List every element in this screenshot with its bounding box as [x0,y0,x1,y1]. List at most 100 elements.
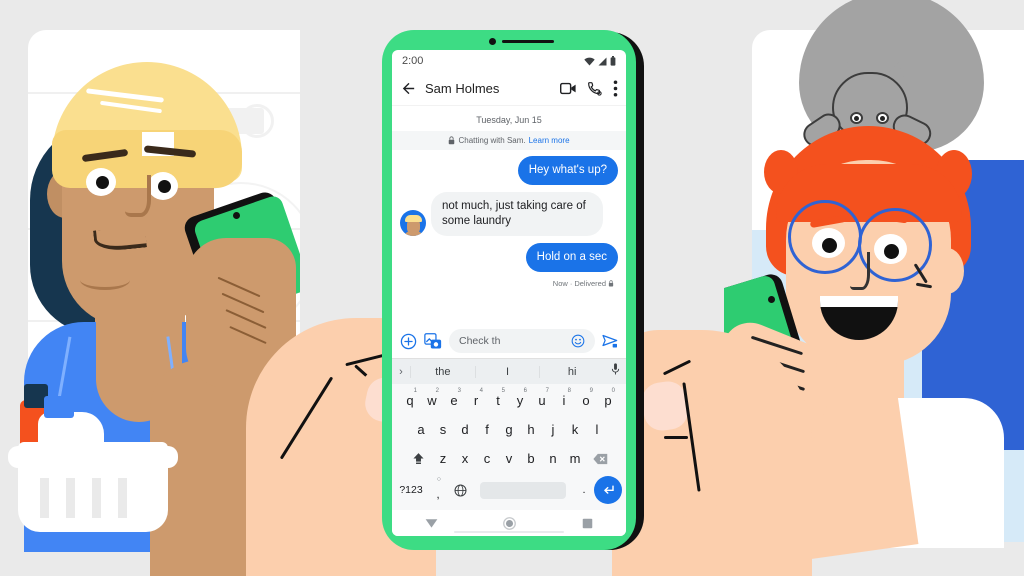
key-l[interactable]: l [587,418,607,441]
key-e[interactable]: 3e [444,388,464,412]
suggestion-chip[interactable]: hi [539,365,604,378]
avatar[interactable] [400,209,426,236]
nav-home-icon[interactable] [503,516,517,530]
ear [930,248,964,294]
message-bubble-incoming[interactable]: not much, just taking care of some laund… [431,191,603,236]
key-j[interactable]: j [543,418,563,441]
status-separator: · [569,278,573,288]
globe-icon[interactable] [450,479,470,502]
gallery-camera-icon[interactable] [424,332,442,350]
space-key[interactable] [480,481,566,499]
plus-circle-icon[interactable] [400,333,417,350]
enter-icon[interactable] [594,476,622,504]
key-hint: 5 [501,388,505,394]
avatar-beanie [405,214,422,222]
key-d[interactable]: d [455,418,475,441]
key-t[interactable]: 5t [488,388,508,412]
message-input[interactable]: Check th [449,329,595,353]
message-row: Hey what's up? [400,156,618,185]
cat-pupil [854,116,859,121]
cat-pupil [880,116,885,121]
signal-icon [598,57,607,65]
key-v[interactable]: v [499,447,519,470]
back-arrow-icon[interactable] [400,80,417,97]
key-m[interactable]: m [565,447,585,470]
key-q[interactable]: 1q [400,388,420,412]
key-n[interactable]: n [543,447,563,470]
status-icons [584,56,616,66]
message-status: Now · Delivered [400,279,618,288]
basket-gap [66,478,75,518]
key-y[interactable]: 6y [510,388,530,412]
period-key[interactable]: . [576,479,592,502]
key-z[interactable]: z [433,447,453,470]
nav-recents-icon[interactable] [582,518,593,529]
nav-back-icon[interactable] [425,518,438,529]
emoji-icon[interactable] [571,334,585,348]
chevron-right-icon[interactable]: › [392,366,410,378]
lock-icon [449,136,455,145]
key-label: q [406,393,414,408]
key-o[interactable]: 9o [576,388,596,412]
detergent-cap [44,396,74,418]
key-r[interactable]: 4r [466,388,486,412]
app-bar: Sam Holmes [392,72,626,106]
key-x[interactable]: x [455,447,475,470]
key-s[interactable]: s [433,418,453,441]
key-u[interactable]: 7u [532,388,552,412]
key-a[interactable]: a [411,418,431,441]
basket-gap [40,478,49,518]
chat-banner-text: Chatting with Sam. [458,136,526,145]
video-call-icon[interactable] [560,81,577,96]
key-b[interactable]: b [521,447,541,470]
earpiece-speaker [502,40,554,43]
phone-call-icon[interactable] [587,81,603,97]
basket-gap [118,478,127,518]
key-f[interactable]: f [477,418,497,441]
nose [850,252,870,290]
key-c[interactable]: c [477,447,497,470]
key-i[interactable]: 8i [554,388,574,412]
key-k[interactable]: k [565,418,585,441]
key-label: e [450,393,458,408]
symbols-key[interactable]: ?123 [396,479,426,502]
message-bubble-outgoing[interactable]: Hold on a sec [525,242,618,272]
overflow-menu-icon[interactable] [613,80,618,97]
message-bubble-outgoing[interactable]: Hey what's up? [517,156,618,185]
message-thread: Hey what's up? not much, just taking car… [392,150,626,324]
learn-more-link[interactable]: Learn more [529,136,570,145]
key-h[interactable]: h [521,418,541,441]
suggestion-bar: › the I hi [392,358,626,384]
status-bar: 2:00 [392,50,626,72]
delivery-state: Delivered [574,278,606,288]
message-input-value[interactable]: Check th [459,335,565,347]
key-label: t [496,393,500,408]
navigation-bar [392,510,626,536]
pupil [158,180,171,193]
key-hint: 0 [611,388,615,394]
key-label: i [562,393,566,408]
key-label: p [604,393,612,408]
suggestion-chip[interactable]: the [410,365,475,378]
key-label: , [436,487,440,501]
key-hint: 9 [589,388,593,394]
shift-icon[interactable] [405,447,431,470]
suggestion-chip[interactable]: I [474,365,540,378]
send-encrypted-icon[interactable] [602,334,618,349]
key-hint: 6 [523,388,527,394]
wifi-icon [584,57,595,65]
illustration-scene: 2:00 Sam Holmes Tuesday, Jun 15 Chatting… [0,0,1024,576]
microphone-icon[interactable] [604,362,626,381]
lock-icon [608,280,614,287]
basket-gap [92,478,101,518]
key-label: w [427,393,437,408]
key-p[interactable]: 0p [598,388,618,412]
key-hint: 4 [479,388,483,394]
on-screen-keyboard: 1q 2w 3e 4r 5t 6y 7u 8i 9o 0p a s d f g … [392,384,626,510]
key-g[interactable]: g [499,418,519,441]
backspace-icon[interactable] [587,447,613,470]
chin-line [80,270,130,290]
comma-key[interactable]: ○ , [428,476,448,502]
date-separator: Tuesday, Jun 15 [476,115,542,125]
key-w[interactable]: 2w [422,388,442,412]
